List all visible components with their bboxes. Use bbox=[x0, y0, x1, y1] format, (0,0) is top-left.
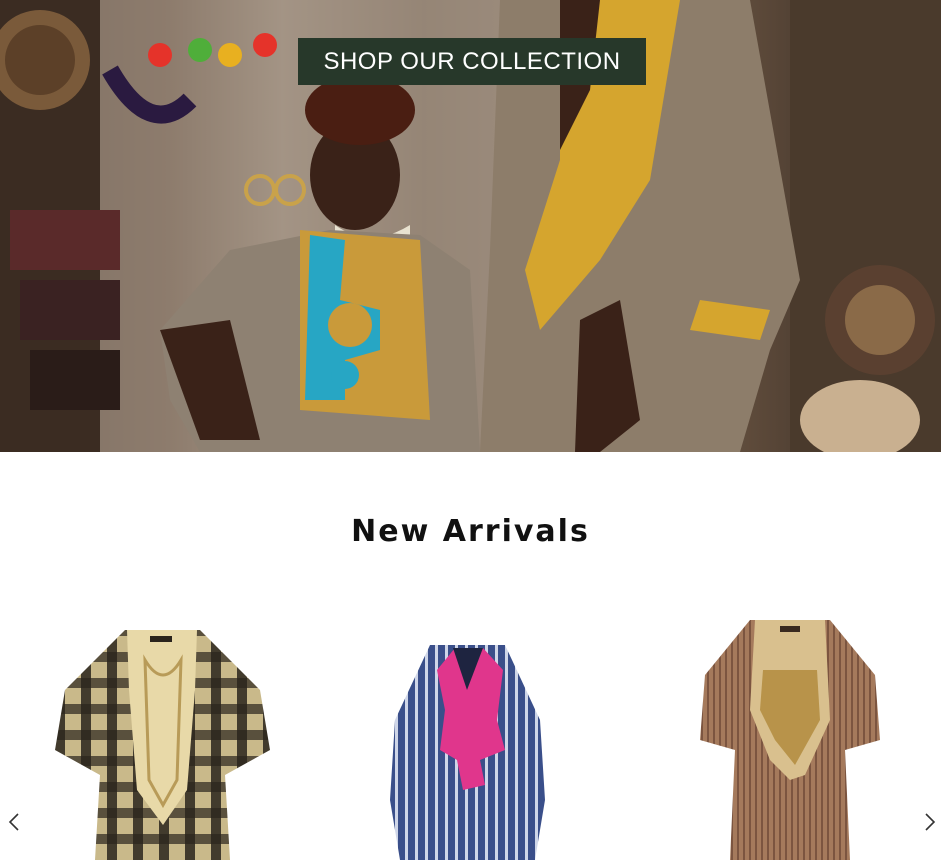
carousel-prev-button[interactable] bbox=[2, 810, 26, 834]
kaftan-plaid-icon bbox=[55, 630, 270, 860]
chevron-left-icon bbox=[8, 813, 19, 831]
carousel-next-button[interactable] bbox=[918, 810, 941, 834]
product-card-2[interactable] bbox=[385, 600, 550, 860]
kaftan-brown-icon bbox=[700, 620, 880, 860]
kaftan-blue-icon bbox=[390, 645, 545, 860]
product-card-3[interactable] bbox=[695, 600, 885, 860]
product-carousel bbox=[0, 600, 941, 860]
product-card-1[interactable] bbox=[55, 600, 270, 860]
chevron-right-icon bbox=[925, 813, 936, 831]
section-title-new-arrivals: New Arrivals bbox=[351, 514, 590, 549]
shop-collection-button[interactable]: SHOP OUR COLLECTION bbox=[298, 38, 646, 85]
hero-banner: SHOP OUR COLLECTION bbox=[0, 0, 941, 452]
